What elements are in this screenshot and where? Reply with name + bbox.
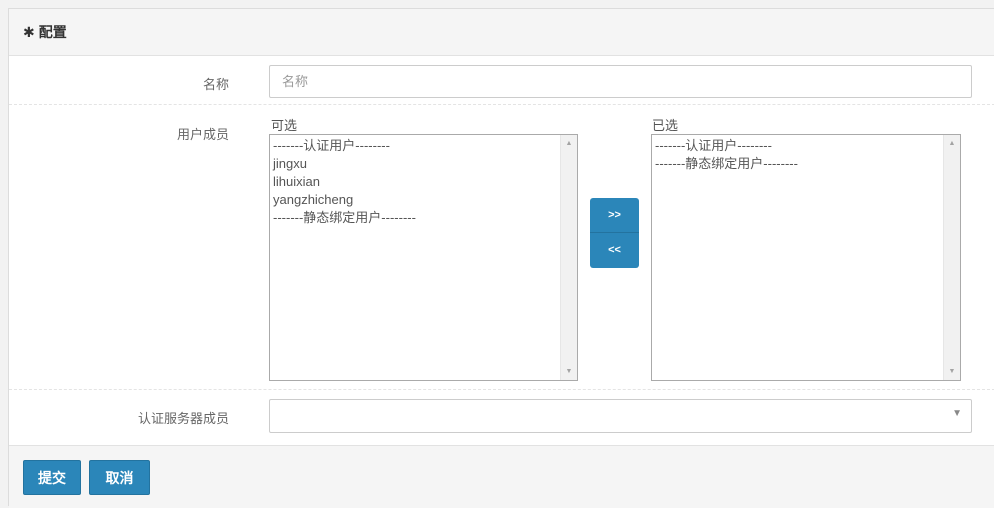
members-label: 用户成员: [176, 127, 229, 142]
available-scrollbar[interactable]: ▲ ▼: [560, 135, 577, 380]
chevron-down-icon: ▼: [952, 408, 962, 419]
list-item[interactable]: yangzhicheng: [273, 191, 574, 209]
scroll-down-icon[interactable]: ▼: [561, 363, 577, 380]
list-item[interactable]: -------静态绑定用户--------: [273, 209, 574, 227]
auth-server-select[interactable]: ▼: [269, 399, 972, 433]
list-item[interactable]: -------认证用户--------: [273, 137, 574, 155]
panel-title: 配置: [38, 24, 67, 40]
selected-title: 已选: [652, 118, 679, 133]
move-buttons: >> <<: [590, 198, 639, 268]
available-title: 可选: [271, 118, 298, 133]
config-panel: ✱ 配置 名称 用户成员 可选 -------认证用户--------jingx…: [8, 8, 994, 508]
gear-icon: ✱: [23, 24, 35, 40]
divider: [9, 389, 994, 390]
name-label: 名称: [202, 77, 229, 92]
remove-selected-button[interactable]: <<: [590, 233, 639, 268]
scroll-up-icon[interactable]: ▲: [561, 135, 577, 152]
name-input[interactable]: [269, 65, 972, 98]
add-selected-button[interactable]: >>: [590, 198, 639, 233]
available-listbox[interactable]: -------认证用户-------- jingxu lihuixian yangzh…: [269, 134, 578, 381]
submit-button[interactable]: 提交: [23, 460, 81, 495]
cancel-button[interactable]: 取消: [89, 460, 150, 495]
selected-listbox[interactable]: -------认证用户-------- -------静态绑定用户--------…: [651, 134, 961, 381]
form-footer: 提交 取消: [9, 445, 994, 508]
divider: [9, 104, 994, 105]
list-item[interactable]: -------静态绑定用户--------: [655, 155, 957, 173]
scroll-up-icon[interactable]: ▲: [944, 135, 960, 152]
available-items: -------认证用户-------- jingxu lihuixian yangzh…: [270, 135, 577, 229]
auth-server-label: 认证服务器成员: [137, 411, 229, 426]
panel-header: ✱ 配置: [9, 9, 994, 56]
selected-items: -------认证用户-------- -------静态绑定用户--------: [652, 135, 960, 175]
list-item[interactable]: -------认证用户--------: [655, 137, 957, 155]
scroll-down-icon[interactable]: ▼: [944, 363, 960, 380]
selected-scrollbar[interactable]: ▲ ▼: [943, 135, 960, 380]
list-item[interactable]: lihuixian: [273, 173, 574, 191]
list-item[interactable]: jingxu: [273, 155, 574, 173]
